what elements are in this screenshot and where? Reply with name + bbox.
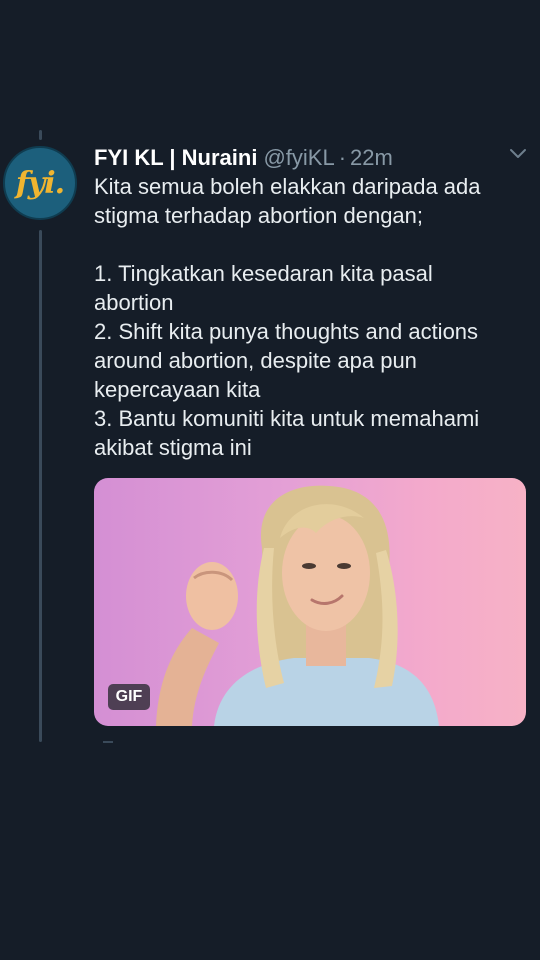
tweet-line-break	[94, 230, 524, 259]
tweet-line: around abortion, despite apa pun	[94, 348, 417, 373]
tweet-line: stigma terhadap abortion dengan;	[94, 203, 424, 228]
tweet-line: Kita semua boleh elakkan daripada ada	[94, 174, 481, 199]
tweet-line: kepercayaan kita	[94, 377, 261, 402]
chevron-down-icon[interactable]	[508, 146, 528, 162]
display-name[interactable]: FYI KL | Nuraini	[94, 145, 257, 171]
tweet-text: Kita semua boleh elakkan daripada ada st…	[94, 172, 524, 462]
avatar-logo-text: fyi.	[15, 165, 65, 201]
thread-line	[39, 230, 42, 742]
avatar[interactable]: fyi.	[3, 146, 77, 220]
tweet-line: abortion	[94, 290, 174, 315]
timestamp[interactable]: 22m	[350, 145, 393, 171]
thread-line-top	[39, 130, 42, 140]
gif-badge: GIF	[108, 684, 150, 710]
tweet-line: akibat stigma ini	[94, 435, 252, 460]
tweet-header: FYI KL | Nuraini @fyiKL · 22m	[94, 142, 514, 174]
gif-media[interactable]: GIF	[94, 478, 526, 726]
divider-mark	[103, 741, 113, 743]
tweet-line: 3. Bantu komuniti kita untuk memahami	[94, 406, 480, 431]
tweet-line: 1. Tingkatkan kesedaran kita pasal	[94, 261, 433, 286]
tweet-line: 2. Shift kita punya thoughts and actions	[94, 319, 479, 344]
user-handle[interactable]: @fyiKL	[263, 145, 334, 171]
gif-person-illustration	[156, 485, 439, 726]
separator-dot: ·	[338, 145, 347, 170]
